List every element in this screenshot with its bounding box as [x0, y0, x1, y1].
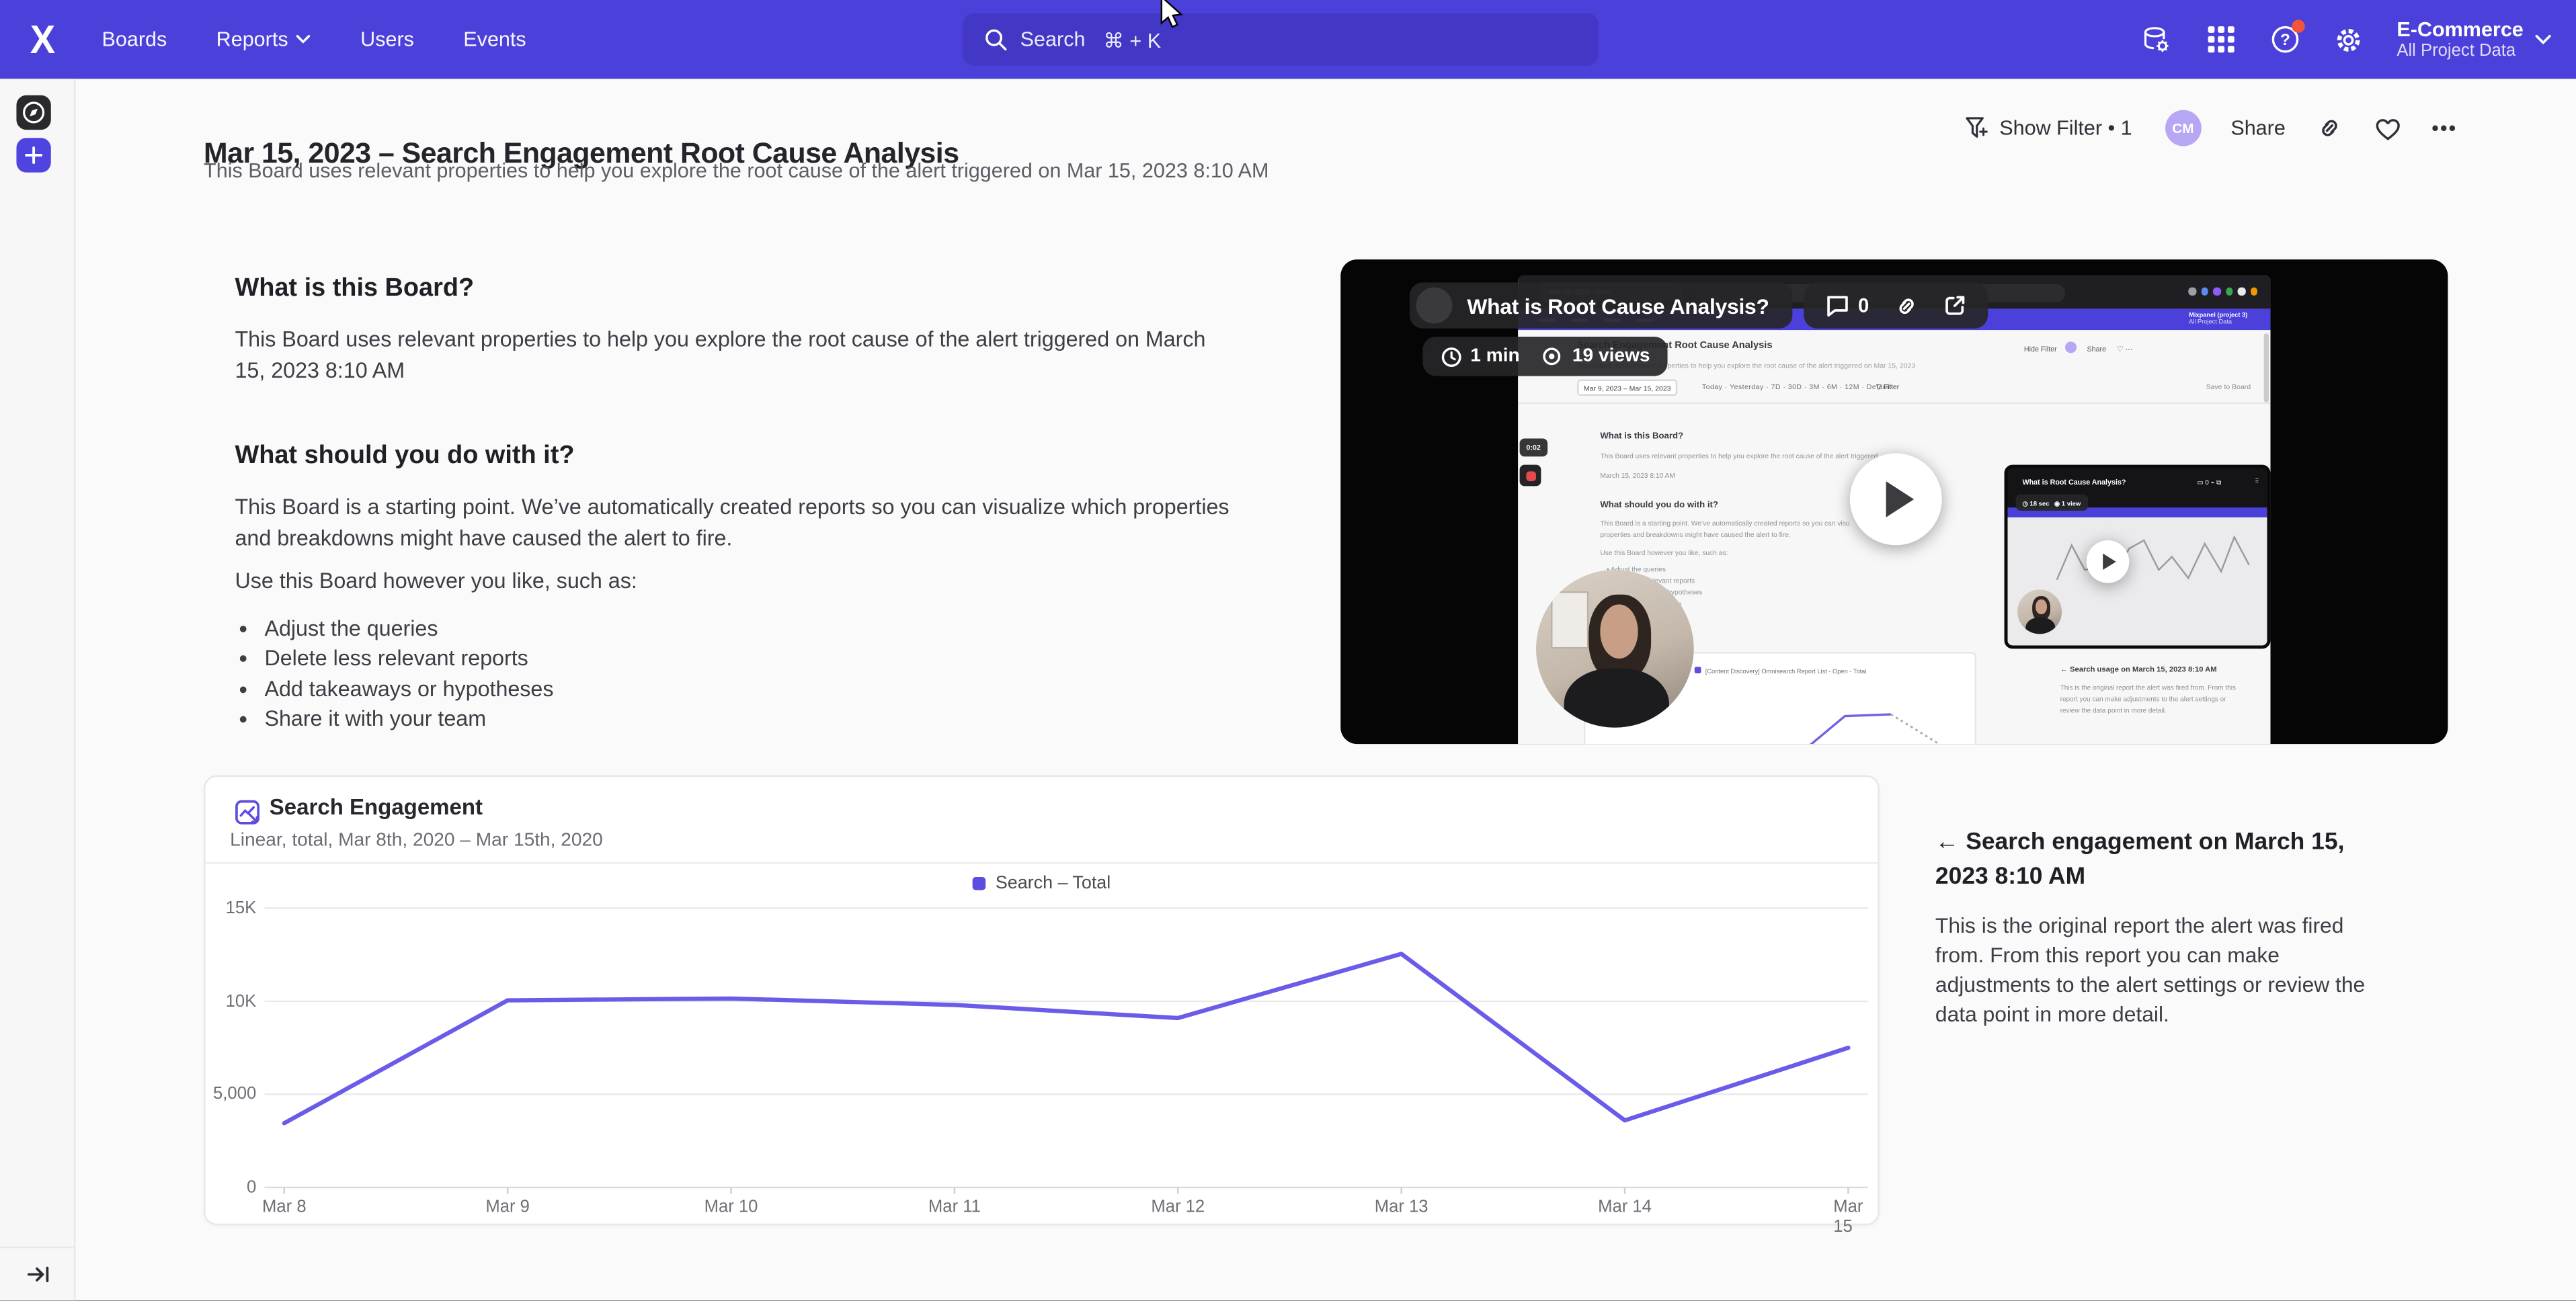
use-intro: Use this Board however you like, such as…: [235, 566, 1250, 597]
video-frame-rec-timer: 0:02: [1520, 439, 1547, 457]
presenter-webcam-bubble: [1536, 570, 1694, 728]
play-icon: [1886, 481, 1915, 517]
plus-icon: [25, 146, 43, 165]
video-frame-rec-button: [1520, 465, 1541, 487]
video-frame-nested-video: What is Root Cause Analysis? ▭ 0 ⌁ ⧉ ⠿: [2005, 465, 2271, 649]
nav-users[interactable]: Users: [360, 28, 414, 51]
video-frame-scrollbar: [2264, 333, 2269, 403]
settings-gear-icon[interactable]: [2333, 23, 2366, 56]
more-options-button[interactable]: •••: [2431, 117, 2457, 140]
what-do-body: This Board is a starting point. We’ve au…: [235, 493, 1240, 553]
list-item: Delete less relevant reports: [264, 644, 1250, 673]
svg-text:?: ?: [2280, 31, 2290, 49]
nav-reports[interactable]: Reports: [216, 28, 311, 51]
video-comments-button[interactable]: 0: [1825, 294, 1869, 317]
external-link-icon: [1943, 294, 1966, 317]
heart-icon: [2374, 116, 2403, 140]
project-name: E-Commerce: [2397, 18, 2523, 41]
link-icon: [1894, 293, 1919, 318]
discover-boards-button[interactable]: [16, 95, 50, 130]
collaborator-avatar[interactable]: CM: [2165, 110, 2202, 146]
engagement-line-chart: [205, 777, 1878, 1224]
video-copy-link-button[interactable]: [1894, 293, 1919, 318]
suggestions-list: Adjust the queries Delete less relevant …: [264, 614, 1250, 735]
clock-icon: [1441, 345, 1462, 367]
notification-badge: [2292, 19, 2305, 33]
search-input[interactable]: Search ⌘ + K: [963, 13, 1599, 66]
video-frame-extension-icons: [2188, 288, 2257, 295]
project-chevron-down-icon[interactable]: [2533, 23, 2552, 56]
nested-webcam-bubble: [2017, 589, 2062, 634]
search-engagement-report-card[interactable]: Search Engagement Linear, total, Mar 8th…: [204, 775, 1880, 1226]
series-line: [284, 954, 1849, 1123]
left-sidebar: [0, 79, 75, 1300]
copy-link-button[interactable]: [2317, 115, 2343, 141]
create-board-button[interactable]: [16, 138, 50, 172]
data-management-icon[interactable]: [2140, 23, 2173, 56]
video-open-external-button[interactable]: [1943, 294, 1966, 317]
collapse-sidebar-button[interactable]: [0, 1247, 75, 1301]
board-controls: Show Filter • 1 CM Share •••: [1965, 108, 2458, 148]
list-item: Add takeaways or hypotheses: [264, 674, 1250, 704]
app-window: X Boards Reports Users Events Search ⌘ +…: [0, 0, 2576, 1301]
video-title: What is Root Cause Analysis?: [1467, 293, 1769, 318]
note-body: This is the original report the alert wa…: [1935, 911, 2376, 1030]
search-shortcut: ⌘ + K: [1103, 27, 1161, 52]
note-heading: ← Search engagement on March 15, 2023 8:…: [1935, 826, 2376, 895]
compass-icon: [22, 100, 46, 125]
show-filter-label: Show Filter • 1: [1999, 117, 2132, 140]
show-filter-button[interactable]: Show Filter • 1: [1965, 117, 2132, 140]
presenter-avatar-ghost: [1416, 288, 1453, 324]
mixpanel-logo-icon[interactable]: X: [23, 17, 63, 62]
what-is-body: This Board uses relevant properties to h…: [235, 325, 1220, 386]
nested-chart-line: [2054, 527, 2254, 596]
video-duration: 1 min: [1441, 345, 1519, 367]
avatar-initials: CM: [2165, 110, 2202, 146]
nested-play-button: [2087, 540, 2130, 583]
annotation-note: ← Search engagement on March 15, 2023 8:…: [1935, 826, 2376, 1030]
expand-panel-icon: [26, 1263, 50, 1286]
apps-grid-icon[interactable]: [2204, 23, 2237, 56]
intro-video-player[interactable]: Mar 15, 2023 - Sear… Mixpanel (project 3…: [1340, 259, 2448, 744]
video-actions-pill: 0: [1804, 282, 1987, 328]
nav-reports-label: Reports: [216, 28, 288, 51]
project-scope: All Project Data: [2397, 41, 2523, 60]
favorite-button[interactable]: [2374, 116, 2403, 140]
mouse-cursor: [1158, 0, 1188, 33]
list-item: Adjust the queries: [264, 614, 1250, 643]
video-title-pill: What is Root Cause Analysis?: [1410, 282, 1792, 328]
video-play-button[interactable]: [1850, 454, 1942, 546]
search-placeholder: Search: [1020, 28, 1086, 51]
project-switcher[interactable]: E-Commerce All Project Data: [2397, 18, 2523, 61]
nav-events[interactable]: Events: [463, 28, 526, 51]
primary-nav: Boards Reports Users Events: [102, 0, 526, 79]
top-nav: X Boards Reports Users Events Search ⌘ +…: [0, 0, 2576, 79]
board-text-block: What is this Board? This Board uses rele…: [235, 263, 1250, 735]
chevron-down-icon: [296, 34, 311, 44]
what-do-heading: What should you do with it?: [235, 442, 1250, 471]
video-meta-pill: 1 min 19 views: [1422, 337, 1668, 376]
eye-icon: [1539, 347, 1564, 366]
nav-boards[interactable]: Boards: [102, 28, 167, 51]
link-icon: [2317, 115, 2343, 141]
help-icon[interactable]: ?: [2269, 23, 2302, 56]
list-item: Share it with your team: [264, 704, 1250, 734]
filter-funnel-icon: [1965, 117, 1990, 140]
page-subtitle: This Board uses relevant properties to h…: [204, 159, 1269, 182]
video-views: 19 views: [1539, 347, 1650, 366]
comment-icon: [1825, 294, 1850, 317]
search-icon: [984, 28, 1007, 51]
share-button[interactable]: Share: [2230, 117, 2286, 140]
what-is-heading: What is this Board?: [235, 274, 1250, 304]
